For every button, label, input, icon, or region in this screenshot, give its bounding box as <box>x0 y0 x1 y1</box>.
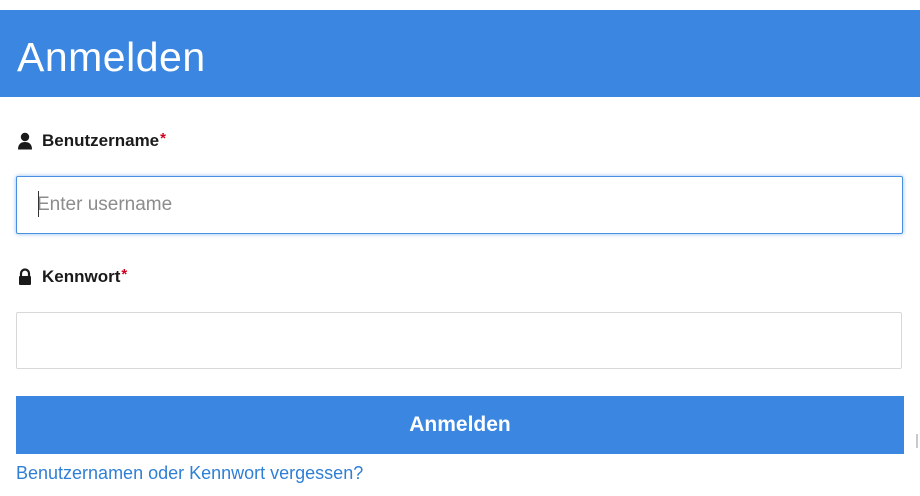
required-marker: * <box>121 265 128 283</box>
username-input[interactable] <box>16 176 903 234</box>
scrollbar-fragment <box>916 434 918 448</box>
username-label: Benutzername * <box>17 129 166 151</box>
password-label: Kennwort * <box>17 265 128 287</box>
required-marker: * <box>160 129 166 147</box>
user-icon <box>17 132 33 150</box>
page-title: Anmelden <box>17 34 206 80</box>
lock-icon <box>17 268 33 286</box>
login-button[interactable]: Anmelden <box>16 396 904 454</box>
login-page: Anmelden Benutzername * Kennwort * Anmel… <box>0 0 920 496</box>
password-input[interactable] <box>16 312 902 369</box>
password-label-text: Kennwort <box>42 267 121 286</box>
forgot-credentials-link[interactable]: Benutzernamen oder Kennwort vergessen? <box>16 462 363 484</box>
username-label-text: Benutzername <box>42 131 160 150</box>
text-caret <box>38 191 39 217</box>
header-bar: Anmelden <box>0 10 920 97</box>
